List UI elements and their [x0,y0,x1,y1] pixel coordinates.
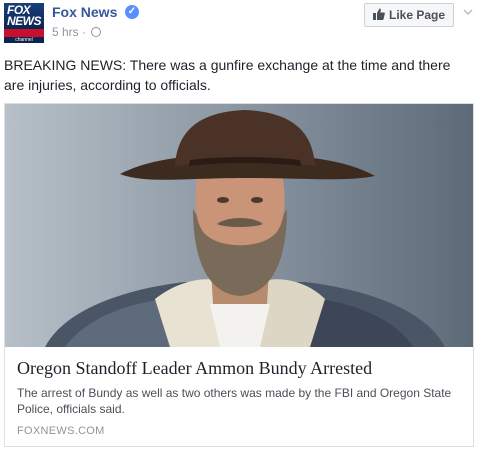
verified-icon: ✓ [125,5,139,19]
facebook-post: FOX NEWS channel Fox News ✓ 5 hrs · Like … [0,0,480,451]
meta-separator: · [82,25,87,39]
timestamp-link[interactable]: 5 hrs [52,25,79,39]
card-body: Oregon Standoff Leader Ammon Bundy Arres… [5,347,473,446]
fox-news-logo[interactable]: FOX NEWS channel [4,3,44,43]
article-photo[interactable] [5,104,473,347]
thumbs-up-icon [373,8,385,20]
post-meta: 5 hrs · [52,25,102,39]
post-text: BREAKING NEWS: There was a gunfire excha… [4,57,451,93]
globe-icon [91,27,102,37]
article-domain: FOXNEWS.COM [17,425,105,437]
article-description: The arrest of Bundy as well as two other… [17,386,452,416]
article-headline[interactable]: Oregon Standoff Leader Ammon Bundy Arres… [17,357,461,379]
link-preview-card[interactable]: Oregon Standoff Leader Ammon Bundy Arres… [4,103,474,447]
page-name-link[interactable]: Fox News [52,4,117,20]
like-page-button[interactable]: Like Page [364,3,454,27]
like-page-label: Like Page [389,8,446,22]
chevron-down-icon[interactable] [462,6,474,18]
